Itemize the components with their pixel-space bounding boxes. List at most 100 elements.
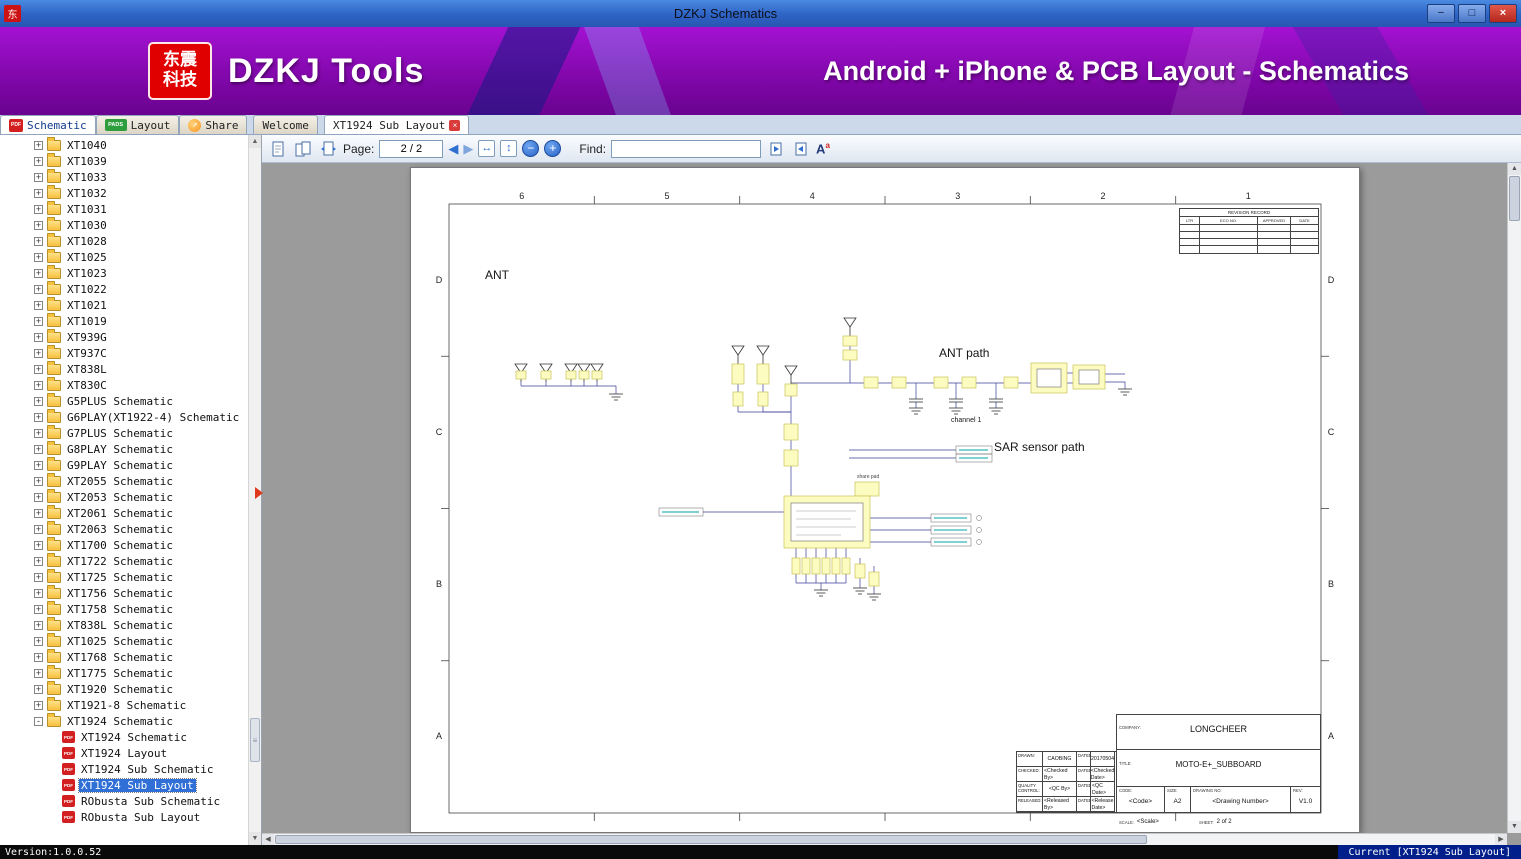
tree-item[interactable]: + XT1768 Schematic <box>0 648 248 665</box>
tree-item[interactable]: + XT1725 Schematic <box>0 568 248 585</box>
tree-item[interactable]: + XT1022 <box>0 280 248 297</box>
single-page-icon[interactable] <box>268 139 288 159</box>
expand-toggle-icon[interactable]: + <box>34 604 43 614</box>
expand-toggle-icon[interactable]: + <box>34 172 43 182</box>
tree-item[interactable]: + XT838L <box>0 360 248 377</box>
find-next-icon[interactable] <box>791 139 811 159</box>
tree-item[interactable]: + XT2055 Schematic <box>0 472 248 489</box>
tree-item[interactable]: + XT1023 <box>0 264 248 281</box>
tree-item[interactable]: PDF XT1924 Layout <box>0 745 248 761</box>
expand-toggle-icon[interactable]: + <box>34 428 43 438</box>
find-input[interactable] <box>611 139 762 158</box>
expand-toggle-icon[interactable]: + <box>34 316 43 326</box>
scroll-down-icon[interactable]: ▼ <box>249 832 261 845</box>
tree-item[interactable]: + XT1025 Schematic <box>0 632 248 649</box>
expand-toggle-icon[interactable]: + <box>34 556 43 566</box>
tree-item[interactable]: + G8PLAY Schematic <box>0 440 248 457</box>
expand-toggle-icon[interactable]: + <box>34 252 43 262</box>
expand-toggle-icon[interactable]: + <box>34 476 43 486</box>
tab-xt1924-sub-layout[interactable]: XT1924 Sub Layout × <box>323 115 470 134</box>
tree-item[interactable]: PDF RObusta Sub Schematic <box>0 793 248 809</box>
tree-item[interactable]: PDF XT1924 Schematic <box>0 729 248 745</box>
fit-page-button[interactable]: ↕ <box>500 140 518 157</box>
tab-schematic[interactable]: PDF Schematic <box>0 115 96 134</box>
expand-toggle-icon[interactable]: + <box>34 508 43 518</box>
tree-item[interactable]: + G7PLUS Schematic <box>0 424 248 441</box>
expand-toggle-icon[interactable]: + <box>34 268 43 278</box>
tree-item[interactable]: + XT1025 <box>0 248 248 265</box>
horizontal-scrollbar-thumb[interactable] <box>275 835 1147 844</box>
tree-item[interactable]: + XT1028 <box>0 232 248 249</box>
tree-item[interactable]: + XT1921-8 Schematic <box>0 696 248 713</box>
expand-toggle-icon[interactable]: - <box>34 716 43 726</box>
expand-toggle-icon[interactable]: + <box>34 396 43 406</box>
scroll-down-icon[interactable]: ▼ <box>1508 821 1521 833</box>
tab-welcome[interactable]: Welcome <box>253 115 318 134</box>
next-page-button[interactable]: ▶ <box>463 142 473 155</box>
vertical-scrollbar-thumb[interactable] <box>1509 176 1520 221</box>
tree-item[interactable]: + XT2063 Schematic <box>0 520 248 537</box>
tree-item[interactable]: + XT937C <box>0 344 248 361</box>
tree-item[interactable]: + XT830C <box>0 376 248 393</box>
tree-item[interactable]: + XT1756 Schematic <box>0 584 248 601</box>
match-case-icon[interactable]: Aa <box>816 141 830 156</box>
find-previous-icon[interactable] <box>766 139 786 159</box>
tree-item[interactable]: + XT1775 Schematic <box>0 664 248 681</box>
minimize-button[interactable]: − <box>1427 4 1455 23</box>
scroll-left-icon[interactable]: ◀ <box>262 834 274 845</box>
expand-toggle-icon[interactable]: + <box>34 156 43 166</box>
sidebar-scrollbar-thumb[interactable]: ≡ <box>250 718 260 762</box>
tree-item[interactable]: PDF RObusta Sub Layout <box>0 809 248 825</box>
tree-item[interactable]: + XT1758 Schematic <box>0 600 248 617</box>
facing-pages-icon[interactable] <box>293 139 313 159</box>
page-input[interactable] <box>379 139 444 158</box>
tree-item[interactable]: + XT1031 <box>0 200 248 217</box>
expand-toggle-icon[interactable]: + <box>34 668 43 678</box>
expand-toggle-icon[interactable]: + <box>34 204 43 214</box>
tree-item[interactable]: + G9PLAY Schematic <box>0 456 248 473</box>
tree-item[interactable]: + XT1920 Schematic <box>0 680 248 697</box>
expand-toggle-icon[interactable]: + <box>34 332 43 342</box>
vertical-scrollbar[interactable]: ▲ ▼ <box>1507 163 1521 833</box>
splitter-collapse-icon[interactable] <box>255 487 263 499</box>
continuous-pages-icon[interactable] <box>318 139 338 159</box>
tree-item[interactable]: + XT1722 Schematic <box>0 552 248 569</box>
scroll-up-icon[interactable]: ▲ <box>249 135 261 148</box>
scroll-right-icon[interactable]: ▶ <box>1495 834 1507 845</box>
tree-item[interactable]: PDF XT1924 Sub Schematic <box>0 761 248 777</box>
expand-toggle-icon[interactable]: + <box>34 652 43 662</box>
tree-item[interactable]: + XT939G <box>0 328 248 345</box>
close-tab-icon[interactable]: × <box>449 119 461 131</box>
expand-toggle-icon[interactable]: + <box>34 636 43 646</box>
expand-toggle-icon[interactable]: + <box>34 300 43 310</box>
tree-item[interactable]: + XT2053 Schematic <box>0 488 248 505</box>
expand-toggle-icon[interactable]: + <box>34 380 43 390</box>
tree-item[interactable]: + XT838L Schematic <box>0 616 248 633</box>
zoom-in-button[interactable]: + <box>544 140 562 157</box>
tree-item[interactable]: + XT1040 <box>0 137 248 153</box>
zoom-out-button[interactable]: − <box>522 140 540 157</box>
expand-toggle-icon[interactable]: + <box>34 188 43 198</box>
expand-toggle-icon[interactable]: + <box>34 236 43 246</box>
tree-item[interactable]: + XT1039 <box>0 152 248 169</box>
tree-item[interactable]: + G6PLAY(XT1922-4) Schematic <box>0 408 248 425</box>
expand-toggle-icon[interactable]: + <box>34 284 43 294</box>
expand-toggle-icon[interactable]: + <box>34 444 43 454</box>
tree-item[interactable]: + XT1033 <box>0 168 248 185</box>
expand-toggle-icon[interactable]: + <box>34 588 43 598</box>
expand-toggle-icon[interactable]: + <box>34 620 43 630</box>
expand-toggle-icon[interactable]: + <box>34 220 43 230</box>
expand-toggle-icon[interactable]: + <box>34 460 43 470</box>
expand-toggle-icon[interactable]: + <box>34 684 43 694</box>
expand-toggle-icon[interactable]: + <box>34 700 43 710</box>
expand-toggle-icon[interactable]: + <box>34 524 43 534</box>
tree-item[interactable]: + XT1019 <box>0 312 248 329</box>
tree-item[interactable]: + XT1032 <box>0 184 248 201</box>
expand-toggle-icon[interactable]: + <box>34 492 43 502</box>
expand-toggle-icon[interactable]: + <box>34 348 43 358</box>
expand-toggle-icon[interactable]: + <box>34 140 43 150</box>
expand-toggle-icon[interactable]: + <box>34 364 43 374</box>
tree-item[interactable]: + G5PLUS Schematic <box>0 392 248 409</box>
expand-toggle-icon[interactable]: + <box>34 540 43 550</box>
expand-toggle-icon[interactable]: + <box>34 412 43 422</box>
